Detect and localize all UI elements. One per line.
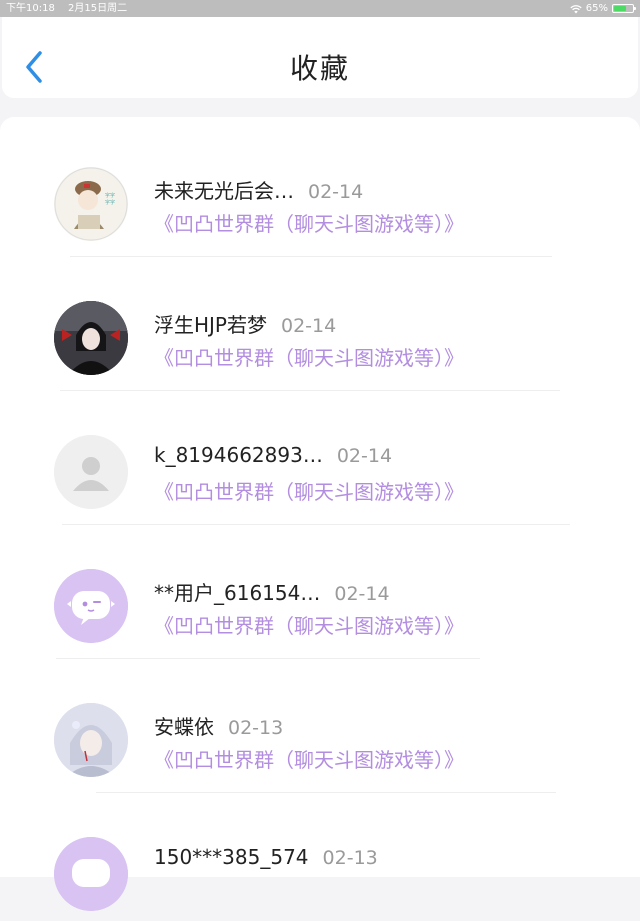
wifi-icon xyxy=(570,4,582,13)
dark-anime-avatar[interactable] xyxy=(54,301,128,375)
battery-icon xyxy=(612,4,636,13)
list-item[interactable]: 字字 字字 未来无光后会… 02-14 《凹凸世界群（聊天斗图游戏等）》 xyxy=(0,117,640,257)
pastel-anime-avatar[interactable] xyxy=(54,703,128,777)
favorite-date: 02-14 xyxy=(336,445,393,467)
group-link[interactable]: 《凹凸世界群（聊天斗图游戏等）》 xyxy=(154,342,464,371)
header-bar: 收藏 xyxy=(2,17,638,98)
user-name: **用户_616154… xyxy=(154,581,321,605)
favorite-date: 02-13 xyxy=(228,717,284,739)
user-name: 150***385_574 xyxy=(154,845,309,869)
group-link[interactable]: 《凹凸世界群（聊天斗图游戏等）》 xyxy=(154,610,464,639)
list-item[interactable]: k_8194662893… 02-14 《凹凸世界群（聊天斗图游戏等）》 xyxy=(0,385,640,525)
anime-figure-avatar[interactable]: 字字 字字 xyxy=(54,167,128,241)
user-name: 安蝶依 xyxy=(154,715,214,739)
list-item[interactable]: **用户_616154… 02-14 《凹凸世界群（聊天斗图游戏等）》 xyxy=(0,519,640,659)
user-name: 未来无光后会… xyxy=(154,179,294,203)
list-item[interactable]: 150***385_574 02-13 xyxy=(0,787,640,921)
favorite-date: 02-14 xyxy=(308,181,364,203)
page-title: 收藏 xyxy=(289,52,350,85)
list-item[interactable]: 浮生HJP若梦 02-14 《凹凸世界群（聊天斗图游戏等）》 xyxy=(0,251,640,391)
chat-bubble-avatar[interactable] xyxy=(54,837,128,911)
group-link[interactable]: 《凹凸世界群（聊天斗图游戏等）》 xyxy=(154,208,464,237)
status-date: 2月15日周二 xyxy=(68,3,128,14)
chat-bubble-avatar[interactable] xyxy=(54,569,128,643)
battery-percent: 65% xyxy=(585,3,608,14)
favorites-list: 字字 字字 未来无光后会… 02-14 《凹凸世界群（聊天斗图游戏等）》 浮生HJ… xyxy=(0,117,640,911)
svg-text:字字: 字字 xyxy=(105,199,115,206)
group-link[interactable]: 《凹凸世界群（聊天斗图游戏等）》 xyxy=(154,476,464,505)
status-bar: 下午10:18 2月15日周二 65% xyxy=(0,0,640,17)
svg-text:字字: 字字 xyxy=(105,192,115,199)
user-name: k_8194662893… xyxy=(154,443,323,467)
favorite-date: 02-13 xyxy=(322,847,378,869)
favorite-date: 02-14 xyxy=(281,315,337,337)
default-user-avatar[interactable] xyxy=(54,435,128,509)
group-link[interactable]: 《凹凸世界群（聊天斗图游戏等）》 xyxy=(154,744,464,773)
user-name: 浮生HJP若梦 xyxy=(154,313,267,337)
list-item[interactable]: 安蝶依 02-13 《凹凸世界群（聊天斗图游戏等）》 xyxy=(0,653,640,793)
status-time: 下午10:18 xyxy=(6,3,55,14)
favorite-date: 02-14 xyxy=(334,583,390,605)
